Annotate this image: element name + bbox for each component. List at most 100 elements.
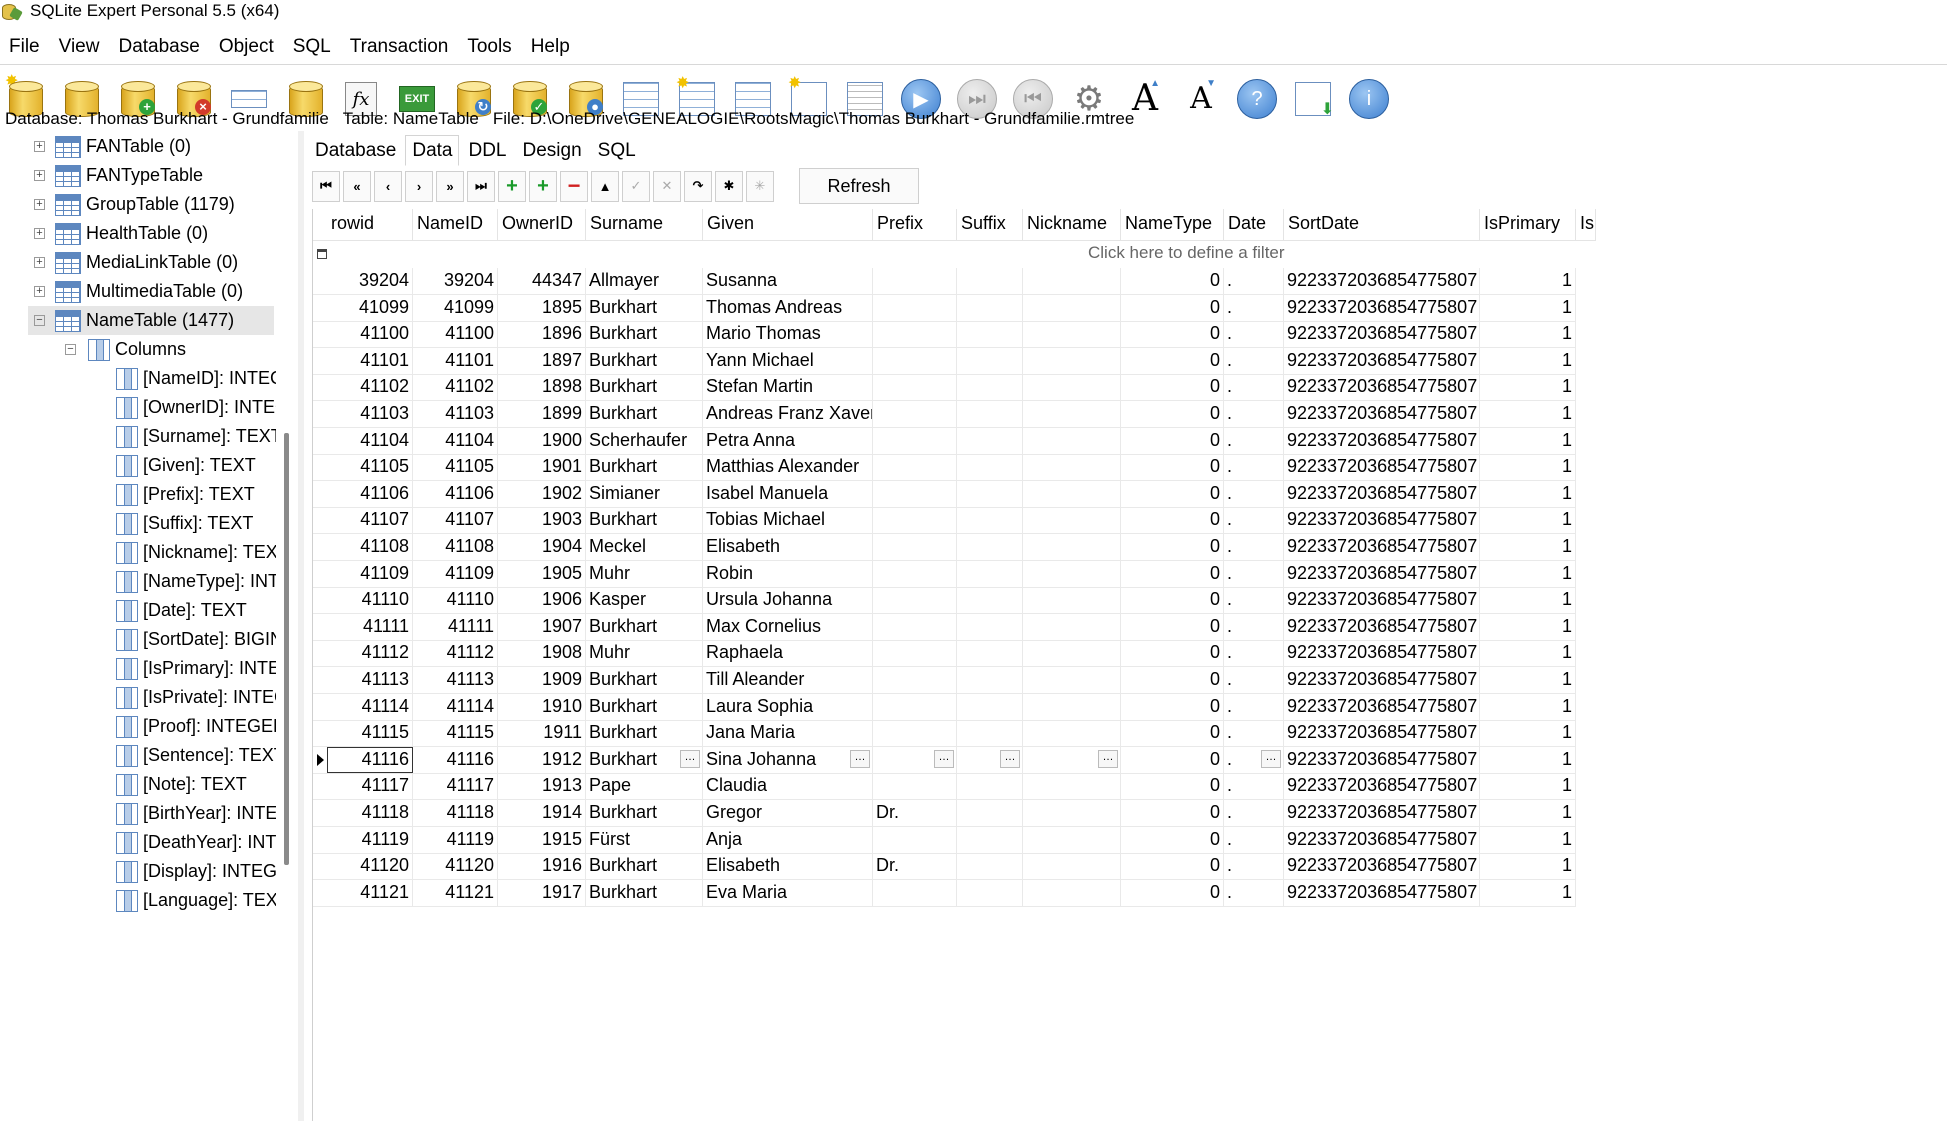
grid-cell-nameid[interactable]: 41099 — [413, 294, 498, 321]
grid-cell-isprimary[interactable]: 1 — [1480, 507, 1576, 534]
grid-cell-prefix[interactable] — [873, 480, 957, 507]
grid-cell-surname[interactable]: Burkhart — [586, 720, 703, 747]
refresh-button[interactable]: Refresh — [799, 168, 919, 204]
table-row[interactable]: 41114 41114 1910 Burkhart Laura Sophia 0. 9223… — [313, 693, 1576, 721]
grid-cell-nameid[interactable]: 41118 — [413, 800, 498, 826]
grid-cell-suffix[interactable] — [957, 374, 1023, 401]
grid-cell-given[interactable]: Tobias Michael — [703, 507, 873, 534]
refresh-record-button[interactable]: ↷ — [684, 170, 712, 202]
grid-cell-nickname[interactable] — [1023, 374, 1121, 401]
grid-cell-nameid[interactable]: 39204 — [413, 268, 498, 294]
grid-cell-suffix[interactable] — [957, 693, 1023, 720]
grid-cell-ownerid[interactable]: 1902 — [498, 480, 586, 507]
table-row[interactable]: 41112 41112 1908 Muhr Raphaela 0. 922337203685… — [313, 640, 1576, 668]
grid-cell-ownerid[interactable]: 1911 — [498, 720, 586, 747]
grid-cell-rowid[interactable]: 41109 — [327, 560, 413, 587]
grid-cell-nickname[interactable] — [1023, 294, 1121, 321]
grid-cell-prefix[interactable] — [873, 773, 957, 800]
grid-cell-nameid[interactable]: 41102 — [413, 374, 498, 401]
grid-cell-nametype[interactable]: 0 — [1121, 640, 1224, 667]
grid-cell-ownerid[interactable]: 1895 — [498, 294, 586, 321]
bookmark-button[interactable]: ✱ — [715, 170, 743, 202]
grid-cell-surname[interactable]: Pape — [586, 773, 703, 800]
menu-tools[interactable]: Tools — [458, 36, 521, 58]
grid-cell-nickname[interactable] — [1023, 879, 1121, 906]
grid-cell-given[interactable]: Raphaela — [703, 640, 873, 667]
delete-record-button[interactable]: − — [560, 170, 588, 202]
grid-cell-sortdate[interactable]: 9223372036854775807 — [1284, 853, 1480, 880]
grid-cell-nametype[interactable]: 0 — [1121, 773, 1224, 800]
menu-view[interactable]: View — [50, 36, 110, 58]
grid-cell-given[interactable]: Claudia — [703, 773, 873, 800]
grid-cell-isprimary[interactable]: 1 — [1480, 693, 1576, 720]
table-row[interactable]: 41111 41111 1907 Burkhart Max Cornelius 0. 922… — [313, 613, 1576, 641]
grid-cell-date[interactable]: . — [1224, 401, 1284, 427]
tree-column-item[interactable]: [DeathYear]: INTEGER — [116, 828, 276, 857]
grid-cell-ownerid[interactable]: 1904 — [498, 534, 586, 560]
tree-table-item[interactable]: + MediaLinkTable (0) — [28, 248, 274, 277]
grid-cell-sortdate[interactable]: 9223372036854775807 — [1284, 427, 1480, 454]
grid-cell-nametype[interactable]: 0 — [1121, 294, 1224, 321]
grid-cell-nametype[interactable]: 0 — [1121, 427, 1224, 454]
grid-cell-nickname[interactable] — [1023, 268, 1121, 294]
grid-cell-nameid[interactable]: 41105 — [413, 454, 498, 481]
grid-cell-sortdate[interactable]: 9223372036854775807 — [1284, 800, 1480, 826]
grid-cell-date[interactable]: . — [1224, 640, 1284, 667]
filter-placeholder[interactable]: Click here to define a filter — [1088, 243, 1285, 263]
grid-cell-ownerid[interactable]: 1909 — [498, 667, 586, 693]
grid-cell-date[interactable]: . — [1224, 693, 1284, 720]
grid-cell-surname[interactable]: Simianer — [586, 480, 703, 507]
grid-cell-nickname[interactable] — [1023, 853, 1121, 880]
grid-cell-sortdate[interactable]: 9223372036854775807 — [1284, 321, 1480, 348]
grid-cell-prefix[interactable] — [873, 826, 957, 853]
grid-cell-ownerid[interactable]: 1899 — [498, 401, 586, 427]
grid-cell-ownerid[interactable]: 1916 — [498, 853, 586, 880]
grid-cell-rowid[interactable]: 41105 — [327, 454, 413, 481]
grid-cell-rowid[interactable]: 41099 — [327, 294, 413, 321]
grid-cell-date[interactable]: . — [1224, 347, 1284, 374]
grid-cell-rowid[interactable]: 41114 — [327, 693, 413, 720]
grid-cell-ownerid[interactable]: 1900 — [498, 427, 586, 454]
grid-cell-surname[interactable]: Burkhart — [586, 347, 703, 374]
grid-cell-rowid[interactable]: 41119 — [327, 826, 413, 853]
grid-cell-nameid[interactable]: 41112 — [413, 640, 498, 667]
grid-cell-isprimary[interactable]: 1 — [1480, 800, 1576, 826]
grid-cell-sortdate[interactable]: 9223372036854775807 — [1284, 826, 1480, 853]
grid-cell-prefix[interactable] — [873, 667, 957, 693]
grid-cell-nickname[interactable] — [1023, 507, 1121, 534]
grid-cell-nametype[interactable]: 0 — [1121, 480, 1224, 507]
cancel-edit-button[interactable]: ✕ — [653, 170, 681, 202]
grid-cell-nameid[interactable]: 41100 — [413, 321, 498, 348]
grid-cell-isprimary[interactable]: 1 — [1480, 640, 1576, 667]
grid-cell-prefix[interactable] — [873, 587, 957, 614]
grid-cell-rowid[interactable]: 41100 — [327, 321, 413, 348]
grid-cell-given[interactable]: Ursula Johanna — [703, 587, 873, 614]
grid-cell-prefix[interactable] — [873, 534, 957, 560]
grid-cell-prefix[interactable] — [873, 294, 957, 321]
table-row[interactable]: 41102 41102 1898 Burkhart Stefan Martin 0. 922… — [313, 374, 1576, 402]
grid-cell-rowid[interactable]: 41113 — [327, 667, 413, 693]
grid-cell-nametype[interactable]: 0 — [1121, 613, 1224, 640]
grid-cell-given[interactable]: Till Aleander — [703, 667, 873, 693]
grid-cell-surname[interactable]: Burkhart — [586, 507, 703, 534]
table-row[interactable]: 41109 41109 1905 Muhr Robin 0. 922337203685477… — [313, 560, 1576, 588]
tree-column-item[interactable]: [NameType]: INTEGER — [116, 567, 276, 596]
grid-cell-suffix[interactable] — [957, 773, 1023, 800]
grid-cell-isprimary[interactable]: 1 — [1480, 720, 1576, 747]
tab-design[interactable]: Design — [516, 135, 589, 166]
insert-record-button[interactable]: + — [498, 170, 526, 202]
grid-cell-nickname[interactable] — [1023, 454, 1121, 481]
grid-cell-date[interactable]: . — [1224, 534, 1284, 560]
tree-table-item[interactable]: + MultimediaTable (0) — [28, 277, 274, 306]
grid-cell-nametype[interactable]: 0 — [1121, 507, 1224, 534]
grid-cell-nameid[interactable]: 41115 — [413, 720, 498, 747]
tree-column-item[interactable]: [Nickname]: TEXT — [116, 538, 276, 567]
grid-cell-nametype[interactable]: 0 — [1121, 560, 1224, 587]
grid-cell-suffix[interactable] — [957, 853, 1023, 880]
collapse-icon[interactable]: − — [34, 315, 45, 326]
grid-cell-ownerid[interactable]: 44347 — [498, 268, 586, 294]
grid-cell-nameid[interactable]: 41116 — [413, 746, 498, 773]
tab-sql[interactable]: SQL — [591, 135, 643, 166]
grid-cell-suffix[interactable] — [957, 613, 1023, 640]
grid-cell-rowid[interactable]: 41116 — [327, 746, 413, 773]
